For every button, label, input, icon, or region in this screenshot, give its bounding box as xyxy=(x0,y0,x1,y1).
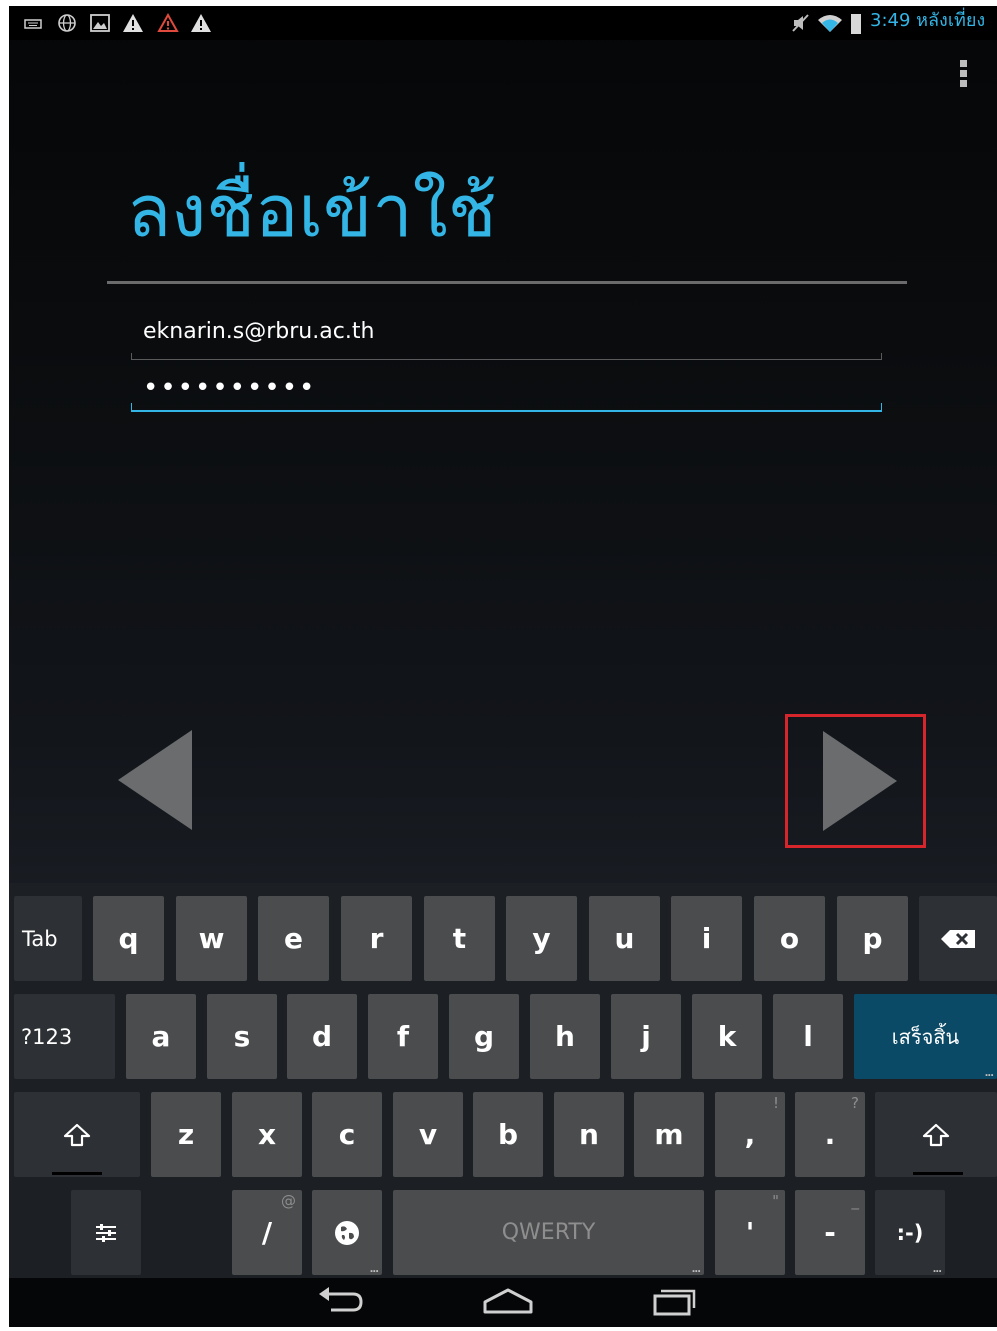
language-key[interactable]: ... xyxy=(312,1190,382,1275)
key-dash-label: - xyxy=(824,1216,836,1249)
soft-keyboard: Tab q w e r t y u i o p ?123 a s d f g h… xyxy=(9,883,997,1278)
key-v[interactable]: v xyxy=(393,1092,463,1177)
key-o[interactable]: o xyxy=(754,896,825,981)
key-w[interactable]: w xyxy=(176,896,247,981)
back-arrow-button[interactable] xyxy=(114,728,194,832)
key-z[interactable]: z xyxy=(151,1092,221,1177)
globe-icon xyxy=(335,1220,359,1245)
key-apostrophe[interactable]: ' " xyxy=(715,1190,785,1275)
key-slash-label: / xyxy=(261,1216,273,1249)
tab-key[interactable]: Tab xyxy=(14,896,82,981)
key-period-label: . xyxy=(824,1118,836,1151)
smiley-key-label: :-) xyxy=(896,1220,924,1245)
key-b[interactable]: b xyxy=(473,1092,543,1177)
status-bar: 3:49 หลังเที่ยง xyxy=(9,6,997,40)
key-d[interactable]: d xyxy=(287,994,357,1079)
key-k[interactable]: k xyxy=(692,994,762,1079)
key-s[interactable]: s xyxy=(207,994,277,1079)
key-period-alt: ? xyxy=(851,1094,859,1112)
keyboard-settings-key[interactable] xyxy=(71,1190,141,1275)
image-icon xyxy=(89,13,111,33)
key-p[interactable]: p xyxy=(837,896,908,981)
key-comma[interactable]: , ! xyxy=(715,1092,785,1177)
recent-apps-icon[interactable] xyxy=(651,1286,697,1320)
keyboard-icon xyxy=(24,13,42,33)
key-x[interactable]: x xyxy=(232,1092,302,1177)
done-key-label: เสร็จสิ้น xyxy=(891,1024,960,1049)
key-i[interactable]: i xyxy=(671,896,742,981)
key-u[interactable]: u xyxy=(589,896,660,981)
space-bar[interactable]: QWERTY ... xyxy=(393,1190,704,1275)
key-r[interactable]: r xyxy=(341,896,412,981)
key-t[interactable]: t xyxy=(424,896,495,981)
key-a[interactable]: a xyxy=(126,994,196,1079)
key-c[interactable]: c xyxy=(312,1092,382,1177)
overflow-menu-icon[interactable] xyxy=(955,60,971,94)
next-arrow-button[interactable] xyxy=(821,729,901,833)
alert-triangle-icon xyxy=(157,12,179,33)
warning-icon xyxy=(190,13,212,33)
key-dash[interactable]: - _ xyxy=(795,1190,865,1275)
smiley-key[interactable]: :-) ... xyxy=(875,1190,945,1275)
password-field[interactable] xyxy=(131,368,883,408)
key-comma-label: , xyxy=(744,1118,756,1151)
shift-icon xyxy=(922,1123,950,1146)
email-field-container xyxy=(131,311,883,360)
shift-key-right[interactable] xyxy=(875,1092,997,1177)
vpn-globe-icon xyxy=(56,13,78,33)
key-f[interactable]: f xyxy=(368,994,438,1079)
battery-icon xyxy=(850,13,862,34)
key-h[interactable]: h xyxy=(530,994,600,1079)
warning-icon xyxy=(122,13,144,33)
page-title: ลงชื่อเข้าใช้ xyxy=(127,169,497,253)
symbols-key[interactable]: ?123 xyxy=(14,994,115,1079)
mute-icon xyxy=(791,13,811,33)
title-divider xyxy=(107,281,907,284)
backspace-icon xyxy=(941,929,975,948)
key-dash-alt: _ xyxy=(851,1192,860,1210)
settings-sliders-icon xyxy=(96,1223,116,1242)
key-m[interactable]: m xyxy=(634,1092,704,1177)
status-time: 3:49 หลังเที่ยง xyxy=(870,10,986,31)
key-q[interactable]: q xyxy=(93,896,164,981)
key-apostrophe-label: ' xyxy=(745,1216,755,1249)
key-e[interactable]: e xyxy=(258,896,329,981)
key-l[interactable]: l xyxy=(773,994,843,1079)
key-comma-alt: ! xyxy=(772,1094,779,1112)
key-period[interactable]: . ? xyxy=(795,1092,865,1177)
email-field[interactable] xyxy=(131,311,883,351)
key-apostrophe-alt: " xyxy=(772,1192,779,1210)
navigation-bar xyxy=(9,1278,997,1327)
key-slash-alt: @ xyxy=(281,1192,296,1210)
key-slash[interactable]: / @ xyxy=(232,1190,302,1275)
key-y[interactable]: y xyxy=(506,896,577,981)
key-g[interactable]: g xyxy=(449,994,519,1079)
shift-icon xyxy=(63,1123,91,1146)
screen: 3:49 หลังเที่ยง ลงชื่อเข้าใช้ Tab q w e … xyxy=(9,6,997,1327)
wifi-icon xyxy=(817,13,843,33)
password-field-container xyxy=(131,368,883,412)
done-key[interactable]: เสร็จสิ้น ... xyxy=(854,994,997,1079)
key-j[interactable]: j xyxy=(611,994,681,1079)
back-icon[interactable] xyxy=(317,1286,363,1320)
shift-key-left[interactable] xyxy=(14,1092,140,1177)
backspace-key[interactable] xyxy=(919,896,997,981)
home-icon[interactable] xyxy=(483,1286,533,1320)
space-bar-label: QWERTY xyxy=(501,1220,596,1245)
key-n[interactable]: n xyxy=(554,1092,624,1177)
